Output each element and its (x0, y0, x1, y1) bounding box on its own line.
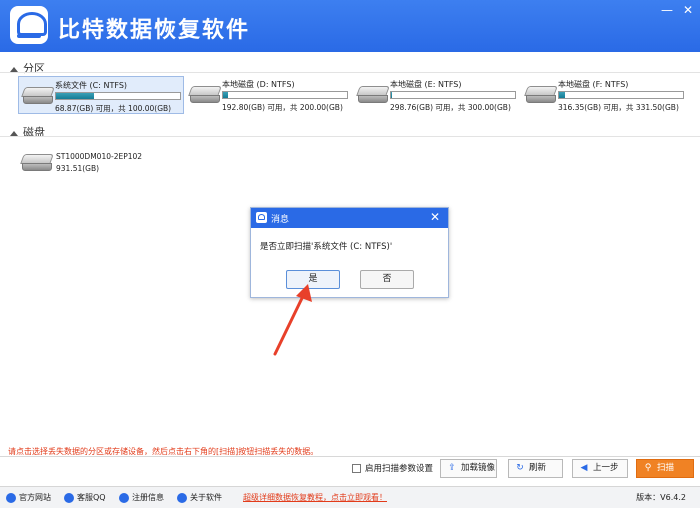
usage-fill (223, 92, 228, 98)
section-disks-label: 磁盘 (23, 126, 45, 139)
close-button[interactable]: ✕ (679, 2, 697, 18)
refresh-label: 刷新 (529, 463, 547, 473)
dialog-message: 是否立即扫描'系统文件 (C: NTFS)' (260, 242, 393, 252)
usage-fill (391, 92, 393, 98)
collapse-triangle-icon (10, 130, 18, 136)
app-logo-icon (10, 6, 48, 44)
section-disks[interactable]: 磁盘 (10, 124, 45, 140)
dialog-title-bar: 消息 ✕ (251, 208, 448, 228)
home-icon (6, 492, 16, 503)
divider (0, 456, 700, 457)
drive-icon (524, 86, 558, 104)
checkbox-box[interactable] (352, 464, 361, 473)
app-title: 比特数据恢复软件 (58, 18, 251, 43)
usage-bar (558, 91, 684, 99)
drive-icon (188, 86, 222, 104)
section-partitions-label: 分区 (23, 62, 45, 75)
register-label: 注册信息 (132, 493, 164, 502)
partition-capacity: 316.35(GB) 可用，共 331.50(GB) (558, 103, 679, 112)
hard-disk-icon (20, 154, 54, 172)
drive-icon (21, 87, 55, 105)
app-logo-icon (256, 212, 267, 223)
disk-capacity: 931.51(GB) (56, 164, 100, 173)
load-image-label: 加载镜像 (461, 463, 496, 473)
prev-step-label: 上一步 (593, 463, 619, 473)
qq-link[interactable]: 客服QQ (64, 492, 106, 503)
dialog-close-icon[interactable]: ✕ (430, 210, 440, 224)
usage-bar (390, 91, 516, 99)
partition-capacity: 298.76(GB) 可用，共 300.00(GB) (390, 103, 511, 112)
info-icon (119, 492, 129, 503)
partition-card-d[interactable]: 本地磁盘 (D: NTFS) 192.80(GB) 可用，共 200.00(GB… (186, 76, 352, 114)
status-bar: 官方网站 客服QQ 注册信息 关于软件 超级详细数据恢复教程，点击立即观看！ 版… (0, 486, 700, 508)
scan-settings-checkbox[interactable]: 启用扫描参数设置 (352, 462, 433, 474)
dialog-title: 消息 (271, 215, 290, 225)
scan-label: 扫描 (657, 463, 675, 473)
partition-name: 本地磁盘 (D: NTFS) (222, 80, 295, 89)
partition-name: 系统文件 (C: NTFS) (55, 81, 128, 90)
partition-name: 本地磁盘 (E: NTFS) (390, 80, 462, 89)
partition-capacity: 192.80(GB) 可用，共 200.00(GB) (222, 103, 343, 112)
annotation-arrow-icon (273, 284, 312, 356)
no-button[interactable]: 否 (360, 270, 414, 289)
partition-card-c[interactable]: 系统文件 (C: NTFS) 68.87(GB) 可用，共 100.00(GB) (18, 76, 184, 114)
register-link[interactable]: 注册信息 (119, 492, 164, 503)
section-partitions[interactable]: 分区 (10, 60, 45, 76)
disk-item[interactable]: ST1000DM010-2EP102 931.51(GB) (18, 150, 158, 176)
refresh-button[interactable]: ↻ 刷新 (508, 459, 563, 478)
usage-bar (222, 91, 348, 99)
divider (0, 72, 700, 73)
minimize-button[interactable]: — (658, 2, 676, 18)
refresh-icon: ↻ (516, 463, 524, 473)
qq-label: 客服QQ (77, 493, 106, 502)
usage-bar (55, 92, 181, 100)
title-bar: 比特数据恢复软件 — ✕ (0, 0, 700, 52)
version-label: 版本：V6.4.2 (636, 493, 686, 502)
collapse-triangle-icon (10, 66, 18, 72)
load-image-button[interactable]: ⇪ 加载镜像 (440, 459, 497, 478)
scan-settings-label: 启用扫描参数设置 (365, 464, 434, 474)
partition-capacity: 68.87(GB) 可用，共 100.00(GB) (55, 104, 172, 113)
usage-fill (559, 92, 566, 98)
user-icon (177, 492, 187, 503)
website-link[interactable]: 官方网站 (6, 492, 51, 503)
about-link[interactable]: 关于软件 (177, 492, 222, 503)
partition-card-e[interactable]: 本地磁盘 (E: NTFS) 298.76(GB) 可用，共 300.00(GB… (354, 76, 520, 114)
divider (0, 136, 700, 137)
back-arrow-icon: ◀ (580, 463, 588, 473)
usage-fill (56, 93, 95, 99)
about-label: 关于软件 (190, 493, 222, 502)
disk-name: ST1000DM010-2EP102 (56, 152, 143, 161)
partition-card-f[interactable]: 本地磁盘 (F: NTFS) 316.35(GB) 可用，共 331.50(GB… (522, 76, 688, 114)
scan-button[interactable]: ⚲ 扫描 (636, 459, 694, 478)
prev-step-button[interactable]: ◀ 上一步 (572, 459, 628, 478)
tutorial-promo-link[interactable]: 超级详细数据恢复教程，点击立即观看！ (243, 492, 387, 503)
qq-icon (64, 492, 74, 503)
partition-name: 本地磁盘 (F: NTFS) (558, 80, 629, 89)
magnifier-icon: ⚲ (644, 463, 652, 473)
website-label: 官方网站 (19, 493, 51, 502)
upload-icon: ⇪ (448, 463, 456, 473)
drive-icon (356, 86, 390, 104)
